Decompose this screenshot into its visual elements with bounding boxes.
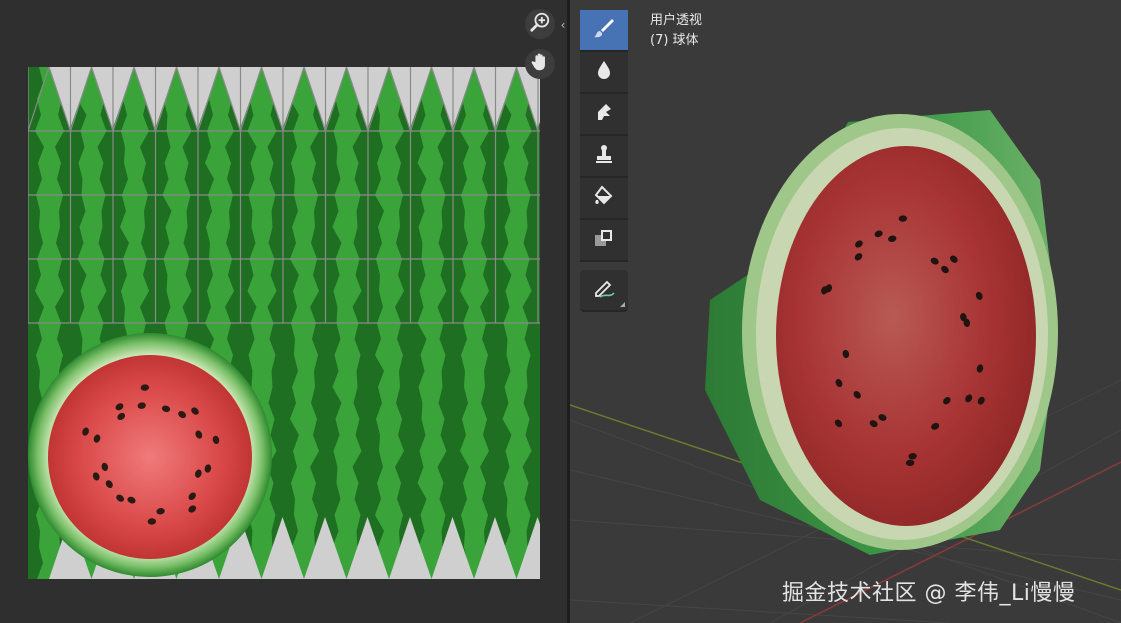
mask-icon xyxy=(592,226,616,254)
smear-icon xyxy=(592,100,616,128)
tool-options-corner xyxy=(620,302,625,307)
tool-clone[interactable] xyxy=(580,136,628,178)
viewport-info: 用户透视 (7) 球体 xyxy=(650,11,702,51)
view-perspective-label: 用户透视 xyxy=(650,13,703,28)
blender-window: ‹ 用户透视 (7) 球体 掘金技术社区 @ 李伟_Li慢慢 xyxy=(0,0,1121,623)
active-object-label: (7) 球体 xyxy=(650,33,699,48)
stamp-icon xyxy=(592,142,616,170)
brush-icon xyxy=(592,16,616,44)
uv-texture-canvas[interactable] xyxy=(28,67,540,579)
annotate-pen-icon xyxy=(592,276,616,304)
drop-icon xyxy=(592,58,616,86)
zoom-button[interactable] xyxy=(525,9,555,39)
viewport-scene xyxy=(570,110,1121,623)
tool-mask[interactable] xyxy=(580,220,628,262)
uv-image-editor[interactable]: ‹ xyxy=(0,0,567,623)
pan-button[interactable] xyxy=(525,49,555,79)
tool-draw[interactable] xyxy=(580,10,628,52)
tool-soften[interactable] xyxy=(580,52,628,94)
3d-viewport[interactable] xyxy=(570,0,1121,623)
tool-smear[interactable] xyxy=(580,94,628,136)
bucket-icon xyxy=(592,184,616,212)
tool-fill[interactable] xyxy=(580,178,628,220)
watermelon-texture xyxy=(28,67,540,579)
collapse-arrow-icon[interactable]: ‹ xyxy=(558,18,567,32)
watermark: 掘金技术社区 @ 李伟_Li慢慢 xyxy=(782,581,1076,606)
slice-flesh xyxy=(48,355,252,559)
hand-icon xyxy=(529,51,551,77)
zoom-in-icon xyxy=(529,11,551,37)
slice-face-flesh xyxy=(776,146,1036,526)
paint-toolbar xyxy=(580,10,628,312)
tool-annotate[interactable] xyxy=(580,270,628,312)
